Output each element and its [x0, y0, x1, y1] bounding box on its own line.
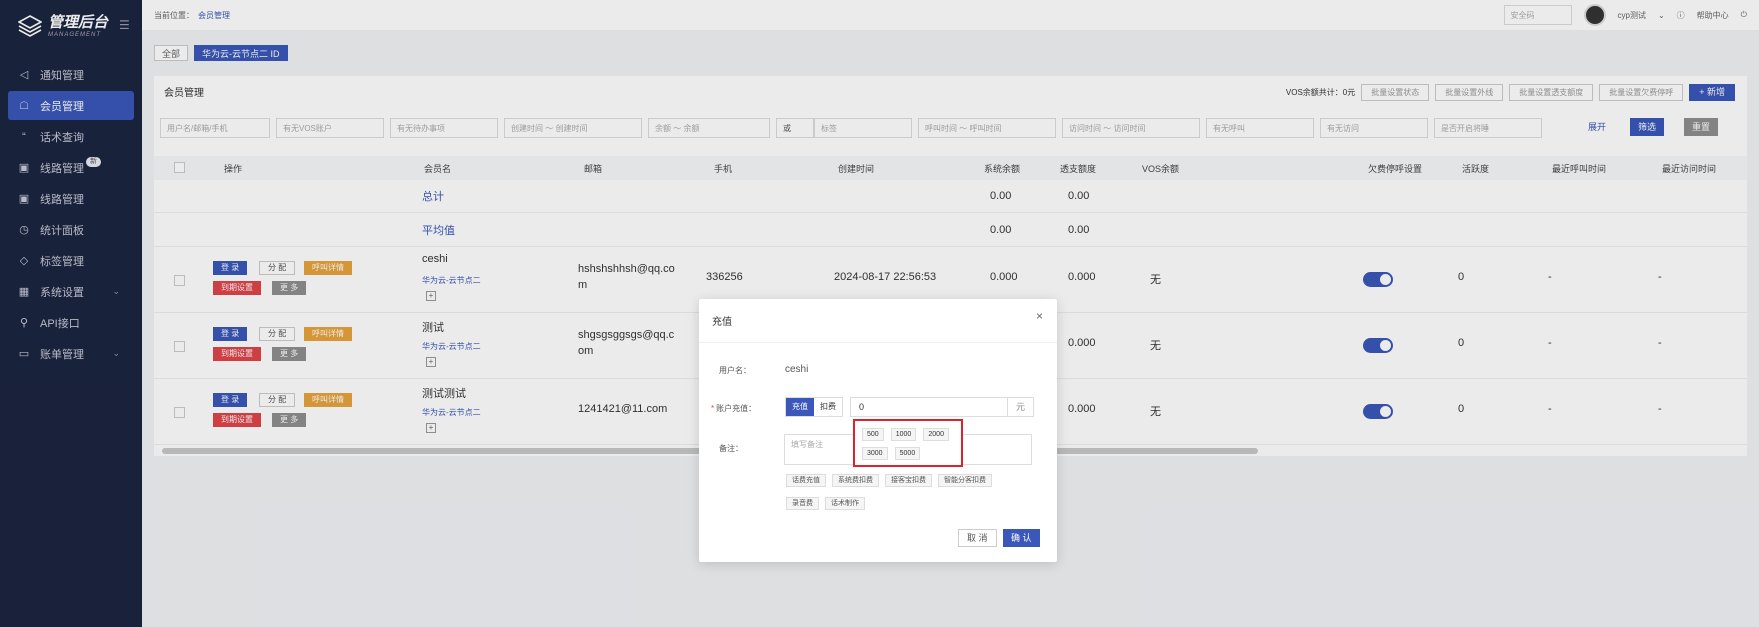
amount-input[interactable]: 0 元 [850, 397, 1034, 417]
username-value: ceshi [785, 364, 809, 375]
recharge-tab[interactable]: 充值 [786, 398, 814, 416]
amount-option[interactable]: 2000 [923, 428, 949, 441]
recharge-label: * 账户充值： [711, 404, 757, 413]
quick-tag[interactable]: 智能分客扣费 [938, 474, 992, 487]
recharge-dialog: 充值 × 用户名： ceshi * 账户充值： 充值 扣费 0 元 备注： 填写备… [699, 299, 1057, 562]
dialog-title: 充值 [712, 317, 732, 328]
quick-tag[interactable]: 系统费扣费 [832, 474, 879, 487]
quick-tag[interactable]: 录音费 [786, 497, 819, 510]
quick-tags-row-1: 话费充值 系统费扣费 接客宝扣费 智能分客扣费 [786, 474, 992, 487]
amount-options-dropdown: 500 1000 2000 3000 5000 [853, 419, 963, 467]
amount-value: 0 [859, 402, 865, 412]
quick-tags-row-2: 录音费 话术制作 [786, 497, 865, 510]
deduct-tab[interactable]: 扣费 [814, 398, 842, 416]
confirm-button[interactable]: 确 认 [1003, 529, 1040, 547]
amount-option[interactable]: 3000 [862, 447, 888, 460]
amount-option[interactable]: 5000 [894, 447, 921, 460]
amount-option[interactable]: 500 [862, 428, 884, 441]
remark-label: 备注： [719, 444, 743, 453]
close-icon[interactable]: × [1036, 309, 1043, 323]
quick-tag[interactable]: 话术制作 [825, 497, 865, 510]
amount-option[interactable]: 1000 [890, 428, 917, 441]
recharge-mode-toggle: 充值 扣费 [785, 397, 843, 417]
cancel-button[interactable]: 取 消 [958, 529, 997, 547]
amount-unit: 元 [1007, 398, 1033, 416]
quick-tag[interactable]: 接客宝扣费 [885, 474, 932, 487]
quick-tag[interactable]: 话费充值 [786, 474, 826, 487]
username-label: 用户名： [719, 366, 751, 375]
